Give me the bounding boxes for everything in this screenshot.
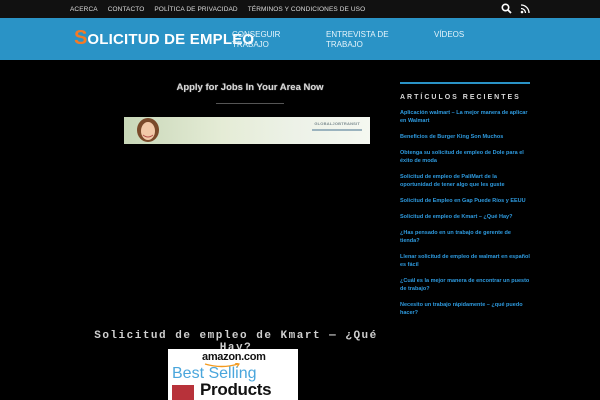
recent-post-link[interactable]: ¿Has pensado en un trabajo de gerente de…	[400, 229, 530, 245]
list-item: Aplicación walmart – La mejor manera de …	[400, 109, 530, 125]
recent-posts-list: Aplicación walmart – La mejor manera de …	[400, 109, 530, 317]
top-bar: ACERCA CONTACTO POLÍTICA DE PRIVACIDAD T…	[0, 0, 600, 18]
list-item: Llenar solicitud de empleo de walmart en…	[400, 253, 530, 269]
recent-post-link[interactable]: Solicitud de empleo de Kmart – ¿Qué Hay?	[400, 213, 530, 221]
banner-brand: GLOBALJOBTRANSIT	[314, 121, 360, 126]
list-item: Obtenga su solicitud de empleo de Dole p…	[400, 149, 530, 165]
logo-text: OLICITUD DE EMPLEO	[87, 31, 255, 48]
list-item: ¿Has pensado en un trabajo de gerente de…	[400, 229, 530, 245]
list-item: ¿Cuál es la mejor manera de encontrar un…	[400, 277, 530, 293]
top-link-contacto[interactable]: CONTACTO	[108, 6, 145, 13]
recent-post-link[interactable]: Obtenga su solicitud de empleo de Dole p…	[400, 149, 530, 165]
list-item: Necesito un trabajo rápidamente – ¿qué p…	[400, 301, 530, 317]
sidebar: ARTÍCULOS RECIENTES Aplicación walmart –…	[400, 82, 530, 325]
logo-initial: S	[74, 27, 88, 49]
nav-entrevista-trabajo[interactable]: ENTREVISTA DE TRABAJO	[326, 30, 434, 50]
sidebar-heading: ARTÍCULOS RECIENTES	[400, 94, 521, 101]
nav-label-line1: CONSEGUIR	[232, 30, 281, 39]
list-item: Beneficios de Burger King Son Muchos	[400, 133, 530, 141]
list-item: Solicitud de empleo de PaliMart de la op…	[400, 173, 530, 189]
nav-label-line1: ENTREVISTA DE	[326, 30, 389, 39]
apply-title: Apply for Jobs In Your Area Now	[176, 82, 324, 93]
nav-label-line1: VÍDEOS	[434, 30, 465, 39]
top-icons	[501, 3, 530, 14]
recent-post-link[interactable]: Aplicación walmart – La mejor manera de …	[400, 109, 530, 125]
site-header: S OLICITUD DE EMPLEO CONSEGUIR TRABAJO E…	[0, 18, 600, 60]
nav-conseguir-trabajo[interactable]: CONSEGUIR TRABAJO	[232, 30, 326, 50]
top-link-terminos[interactable]: TÉRMINOS Y CONDICIONES DE USO	[248, 6, 366, 13]
recent-post-link[interactable]: Solicitud de Empleo en Gap Puede Ríos y …	[400, 197, 530, 205]
recent-post-link[interactable]: Necesito un trabajo rápidamente – ¿qué p…	[400, 301, 530, 317]
list-item: Solicitud de Empleo en Gap Puede Ríos y …	[400, 197, 530, 205]
title-divider	[216, 103, 284, 104]
main-nav: CONSEGUIR TRABAJO ENTREVISTA DE TRABAJO …	[232, 30, 494, 50]
nav-label-line2: TRABAJO	[326, 40, 363, 49]
recent-post-link[interactable]: Beneficios de Burger King Son Muchos	[400, 133, 530, 141]
top-nav: ACERCA CONTACTO POLÍTICA DE PRIVACIDAD T…	[70, 0, 365, 18]
recent-post-link[interactable]: ¿Cuál es la mejor manera de encontrar un…	[400, 277, 530, 293]
job-ad-banner[interactable]: GLOBALJOBTRANSIT	[124, 117, 370, 144]
amazon-ad[interactable]: amazon.com Best Selling Products	[168, 349, 298, 400]
content-area: Apply for Jobs In Your Area Now GLOBALJO…	[70, 60, 530, 400]
search-icon[interactable]	[501, 3, 512, 14]
banner-decoration	[312, 129, 362, 131]
nav-videos[interactable]: VÍDEOS	[434, 30, 494, 50]
sidebar-divider	[400, 82, 530, 84]
site-logo[interactable]: S OLICITUD DE EMPLEO	[74, 28, 254, 50]
amazon-products: Products	[200, 380, 272, 399]
book-icon	[172, 385, 194, 400]
recent-post-link[interactable]: Solicitud de empleo de PaliMart de la op…	[400, 173, 530, 189]
list-item: Solicitud de empleo de Kmart – ¿Qué Hay?	[400, 213, 530, 221]
rss-icon[interactable]	[520, 3, 530, 14]
top-link-privacidad[interactable]: POLÍTICA DE PRIVACIDAD	[154, 6, 237, 13]
recent-post-link[interactable]: Llenar solicitud de empleo de walmart en…	[400, 253, 530, 269]
amazon-logo: amazon.com	[202, 351, 266, 363]
woman-photo-icon	[137, 118, 159, 142]
top-link-acerca[interactable]: ACERCA	[70, 6, 98, 13]
nav-label-line2: TRABAJO	[232, 40, 269, 49]
